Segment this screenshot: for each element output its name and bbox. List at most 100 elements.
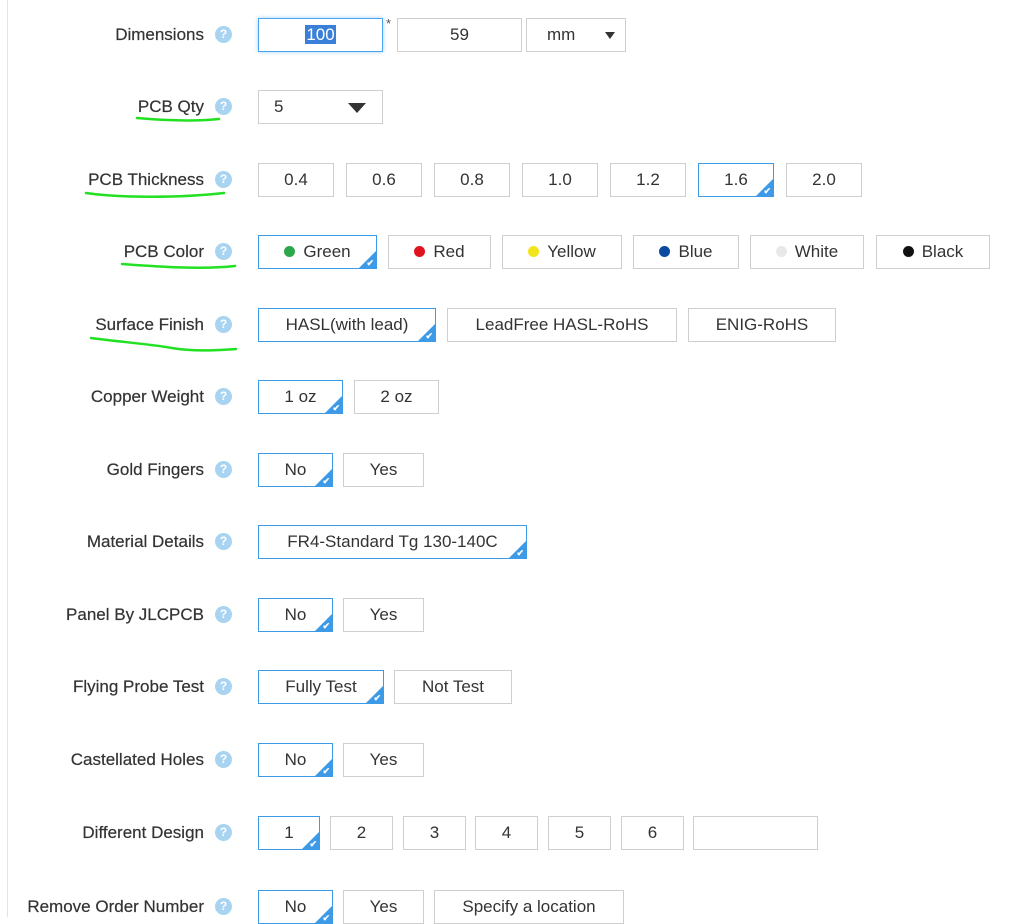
color-option-red[interactable]: Red xyxy=(388,235,491,269)
check-icon: ✔ xyxy=(516,548,524,558)
order-number-option-no[interactable]: No ✔ xyxy=(258,890,333,924)
surface-option-hasl-label: HASL(with lead) xyxy=(285,315,409,334)
green-dot-icon xyxy=(284,246,296,257)
help-icon[interactable]: ? xyxy=(215,171,232,188)
color-option-black[interactable]: Black xyxy=(876,235,990,269)
castellated-holes-label: Castellated Holes xyxy=(70,750,204,769)
help-icon[interactable]: ? xyxy=(215,898,232,915)
thickness-option-1.6[interactable]: 1.6 ✔ xyxy=(698,163,774,197)
check-icon: ✔ xyxy=(322,621,330,631)
row-pcb-color: PCB Color ? Green ✔ Red Yellow Blue White… xyxy=(0,235,1013,269)
castellated-option-no-label: No xyxy=(284,750,307,769)
check-icon: ✔ xyxy=(322,476,330,486)
row-pcb-qty: PCB Qty ? 5 xyxy=(0,90,1013,124)
red-dot-icon xyxy=(414,246,426,257)
design-option-5[interactable]: 5 xyxy=(548,816,611,850)
pcb-qty-value: 5 xyxy=(274,97,284,116)
flying-probe-test-label: Flying Probe Test xyxy=(72,677,204,696)
help-icon[interactable]: ? xyxy=(215,606,232,623)
probe-option-not-test[interactable]: Not Test xyxy=(394,670,512,704)
design-option-1[interactable]: 1 ✔ xyxy=(258,816,320,850)
surface-option-leadfree-hasl[interactable]: LeadFree HASL-RoHS xyxy=(447,308,677,342)
row-different-design: Different Design ? 1 ✔ 2 3 4 5 6 xyxy=(0,816,1013,850)
color-option-green[interactable]: Green ✔ xyxy=(258,235,377,269)
order-number-option-specify-location[interactable]: Specify a location xyxy=(434,890,624,924)
width-value: 100 xyxy=(305,25,336,44)
help-icon[interactable]: ? xyxy=(215,824,232,841)
white-dot-icon xyxy=(775,246,787,257)
help-icon[interactable]: ? xyxy=(215,678,232,695)
color-option-red-label: Red xyxy=(433,242,465,261)
pcb-qty-select[interactable]: 5 xyxy=(258,90,383,124)
design-option-2[interactable]: 2 xyxy=(330,816,393,850)
castellated-option-yes[interactable]: Yes xyxy=(343,743,424,777)
check-icon: ✔ xyxy=(366,258,374,268)
remove-order-number-label: Remove Order Number xyxy=(27,897,204,916)
chevron-down-icon xyxy=(605,32,615,39)
design-option-6[interactable]: 6 xyxy=(621,816,684,850)
thickness-option-0.6[interactable]: 0.6 xyxy=(346,163,422,197)
copper-option-1oz[interactable]: 1 oz ✔ xyxy=(258,380,343,414)
color-option-yellow[interactable]: Yellow xyxy=(502,235,622,269)
gold-fingers-option-yes[interactable]: Yes xyxy=(343,453,424,487)
help-icon[interactable]: ? xyxy=(215,98,232,115)
help-icon[interactable]: ? xyxy=(215,316,232,333)
help-icon[interactable]: ? xyxy=(215,751,232,768)
thickness-option-1.0[interactable]: 1.0 xyxy=(522,163,598,197)
thickness-option-0.8[interactable]: 0.8 xyxy=(434,163,510,197)
thickness-option-1.6-label: 1.6 xyxy=(724,170,748,189)
color-option-blue[interactable]: Blue xyxy=(633,235,739,269)
check-icon: ✔ xyxy=(322,766,330,776)
design-option-3[interactable]: 3 xyxy=(403,816,466,850)
color-option-white-label: White xyxy=(794,242,839,261)
row-remove-order-number: Remove Order Number ? No ✔ Yes Specify a … xyxy=(0,890,1013,924)
chevron-down-icon xyxy=(348,103,366,113)
check-icon: ✔ xyxy=(425,331,433,341)
panel-by-jlcpcb-label: Panel By JLCPCB xyxy=(66,605,204,624)
probe-option-fully-test[interactable]: Fully Test ✔ xyxy=(258,670,384,704)
row-dimensions: Dimensions ? 100 * 59 mm xyxy=(0,16,1013,52)
copper-option-2oz[interactable]: 2 oz xyxy=(354,380,439,414)
row-pcb-thickness: PCB Thickness ? 0.4 0.6 0.8 1.0 1.2 1.6 ✔… xyxy=(0,163,1013,197)
material-option-fr4-label: FR4-Standard Tg 130-140C xyxy=(287,532,498,551)
height-input[interactable]: 59 xyxy=(397,18,522,52)
pcb-qty-label: PCB Qty xyxy=(137,97,204,116)
surface-finish-label: Surface Finish xyxy=(95,315,204,334)
design-option-4[interactable]: 4 xyxy=(475,816,538,850)
order-number-option-no-label: No xyxy=(284,897,307,916)
help-icon[interactable]: ? xyxy=(215,533,232,550)
check-icon: ✔ xyxy=(322,913,330,923)
pcb-thickness-label: PCB Thickness xyxy=(88,170,204,189)
row-surface-finish: Surface Finish ? HASL(with lead) ✔ LeadFr… xyxy=(0,308,1013,342)
color-option-green-label: Green xyxy=(303,242,351,261)
color-option-white[interactable]: White xyxy=(750,235,864,269)
different-design-label: Different Design xyxy=(82,823,204,842)
unit-select[interactable]: mm xyxy=(526,18,626,52)
row-gold-fingers: Gold Fingers ? No ✔ Yes xyxy=(0,453,1013,487)
width-input[interactable]: 100 xyxy=(258,18,383,52)
thickness-option-0.4[interactable]: 0.4 xyxy=(258,163,334,197)
gold-fingers-option-no[interactable]: No ✔ xyxy=(258,453,333,487)
copper-option-1oz-label: 1 oz xyxy=(284,387,317,406)
order-number-option-yes[interactable]: Yes xyxy=(343,890,424,924)
castellated-option-no[interactable]: No ✔ xyxy=(258,743,333,777)
unit-value: mm xyxy=(547,25,576,44)
help-icon[interactable]: ? xyxy=(215,461,232,478)
design-custom-input[interactable] xyxy=(693,816,818,850)
help-icon[interactable]: ? xyxy=(215,26,232,43)
surface-option-enig[interactable]: ENIG-RoHS xyxy=(688,308,836,342)
material-option-fr4[interactable]: FR4-Standard Tg 130-140C ✔ xyxy=(258,525,527,559)
panel-option-yes[interactable]: Yes xyxy=(343,598,424,632)
thickness-option-1.2[interactable]: 1.2 xyxy=(610,163,686,197)
color-option-blue-label: Blue xyxy=(678,242,713,261)
thickness-option-2.0[interactable]: 2.0 xyxy=(786,163,862,197)
help-icon[interactable]: ? xyxy=(215,388,232,405)
row-panel-by-jlcpcb: Panel By JLCPCB ? No ✔ Yes xyxy=(0,598,1013,632)
color-option-black-label: Black xyxy=(921,242,964,261)
copper-weight-label: Copper Weight xyxy=(90,387,204,406)
surface-option-hasl[interactable]: HASL(with lead) ✔ xyxy=(258,308,436,342)
help-icon[interactable]: ? xyxy=(215,243,232,260)
check-icon: ✔ xyxy=(373,693,381,703)
row-material-details: Material Details ? FR4-Standard Tg 130-1… xyxy=(0,525,1013,559)
panel-option-no[interactable]: No ✔ xyxy=(258,598,333,632)
